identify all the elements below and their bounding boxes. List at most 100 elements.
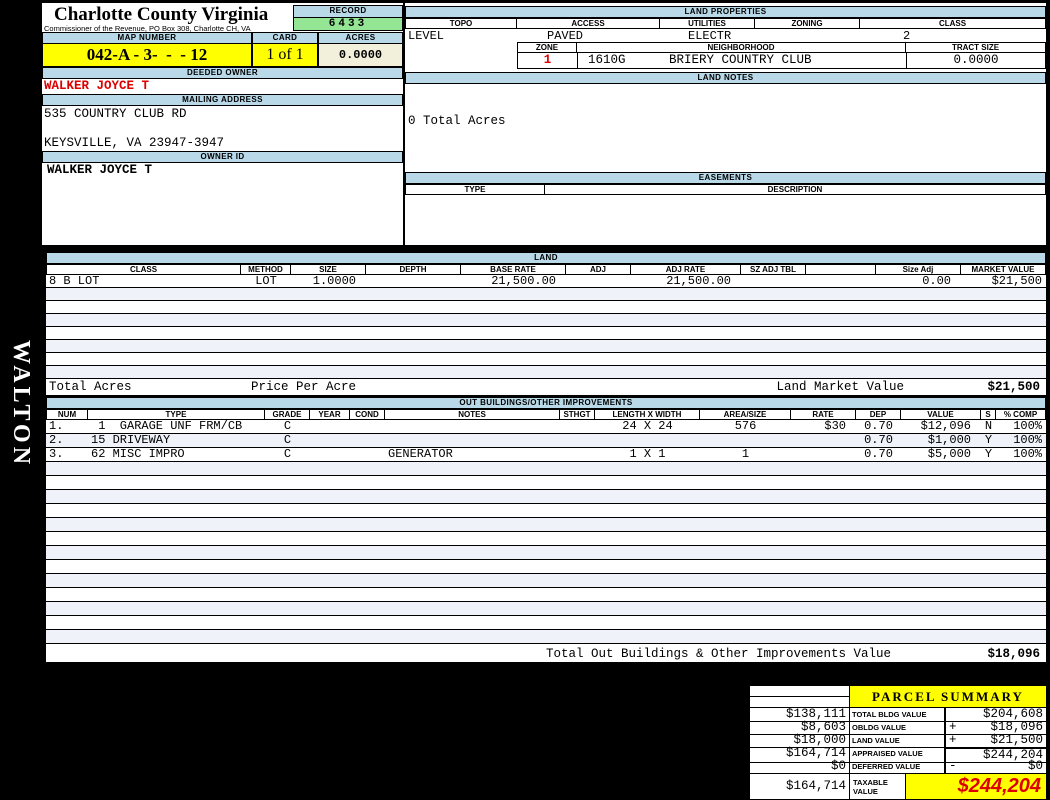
table-row: 8 B LOT LOT 1.0000 21,500.00 21,500.00 0.00 $2…	[46, 275, 1046, 288]
card-value: 1 of 1	[252, 44, 318, 67]
land-properties-section-label: LAND PROPERTIES	[405, 6, 1046, 18]
table-cell: 3.	[49, 448, 64, 461]
table-cell: 0.70	[864, 448, 893, 461]
land-section-label: LAND	[46, 252, 1046, 264]
empty-row	[46, 630, 1046, 644]
access-column-header: ACCESS	[517, 18, 660, 29]
table-cell: 21,500.00	[491, 275, 556, 287]
empty-row	[46, 288, 1046, 301]
neighborhood-column-header: NEIGHBORHOOD	[577, 42, 906, 53]
empty-row	[46, 476, 1046, 490]
out-buildings-table-rows: 1. 1 GARAGE UNF FRM/CB C 24 X 24 576 $30 0.70…	[46, 420, 1046, 644]
column-header: DEPTH	[366, 264, 461, 275]
map-number-value: 042-A - 3- - - 12	[42, 44, 252, 67]
out-buildings-section-label: OUT BUILDINGS/OTHER IMPROVEMENTS	[46, 397, 1046, 409]
property-record-card: WALTON Charlotte County Virginia Commiss…	[0, 0, 1050, 800]
land-value-label: LAND VALUE	[850, 734, 946, 748]
out-buildings-column-headers: NUM TYPE GRADE YEAR COND NOTES STHGT LENGTH X W…	[46, 409, 1046, 420]
out-buildings-total-label: Total Out Buildings & Other Improvements…	[545, 647, 891, 661]
land-properties-values: LEVEL PAVED ELECTR 2	[405, 29, 1046, 43]
table-row: 1. 1 GARAGE UNF FRM/CB C 24 X 24 576 $30 0.70…	[46, 420, 1046, 434]
out-buildings-section: OUT BUILDINGS/OTHER IMPROVEMENTS NUM TYPE…	[46, 397, 1046, 664]
card-label: CARD	[252, 32, 318, 44]
table-cell	[791, 448, 856, 461]
easements-column-headers: TYPE DESCRIPTION	[405, 184, 1046, 195]
easement-type-column-header: TYPE	[405, 184, 545, 195]
table-cell	[700, 434, 791, 447]
table-cell: 2.	[49, 434, 64, 447]
owner-id-value: WALKER JOYCE T	[47, 163, 153, 177]
table-row: 3. 62 MISC IMPRO C GENERATOR 1 X 1 1 0.70 $5,00…	[46, 448, 1046, 462]
summary-row-deferred: $0 DEFERRED VALUE - $0	[750, 759, 1046, 774]
empty-row	[46, 504, 1046, 518]
table-cell: 8 B LOT	[49, 275, 100, 287]
land-properties-column-headers: TOPO ACCESS UTILITIES ZONING CLASS	[405, 18, 1046, 29]
land-table-rows: 8 B LOT LOT 1.0000 21,500.00 21,500.00 0.00 $2…	[46, 275, 1046, 379]
acres-value: 0.0000	[318, 44, 403, 67]
empty-row	[46, 616, 1046, 630]
mailing-address-label: MAILING ADDRESS	[42, 94, 403, 106]
table-cell: 100%	[1013, 448, 1042, 461]
table-cell	[310, 420, 350, 433]
record-box: RECORD 6433	[293, 5, 403, 31]
table-cell	[385, 420, 560, 433]
out-buildings-total-value: $18,096	[987, 647, 1040, 661]
table-cell: 576	[734, 420, 757, 433]
operator: -	[949, 759, 957, 773]
empty-row	[46, 462, 1046, 476]
table-row: 2. 15 DRIVEWAY C 0.70 $1,000 Y 100%	[46, 434, 1046, 448]
empty-row	[46, 301, 1046, 314]
table-cell: 100%	[1013, 420, 1042, 433]
column-header: % COMP	[996, 409, 1046, 420]
empty-row	[46, 602, 1046, 616]
table-cell	[310, 448, 350, 461]
column-header: NUM	[46, 409, 88, 420]
county-title: Charlotte County Virginia	[54, 4, 269, 25]
owner-id-label: OWNER ID	[42, 151, 403, 163]
table-cell	[366, 275, 461, 287]
column-header: COND	[350, 409, 385, 420]
deferred-value: $0	[1027, 759, 1043, 773]
column-header: VALUE	[901, 409, 981, 420]
summary-row-appraised: $164,714 APPRAISED VALUE $244,204	[750, 747, 1046, 763]
class-value: 2	[903, 29, 911, 43]
deferred-value-label: DEFERRED VALUE	[850, 760, 946, 774]
parcel-summary: PARCEL SUMMARY $138,111 TOTAL BLDG VALUE…	[748, 684, 1048, 800]
empty-row	[46, 366, 1046, 379]
topo-column-header: TOPO	[405, 18, 517, 29]
map-card-acres-headers: MAP NUMBER CARD ACRES	[42, 32, 403, 44]
prior-value-header-cells	[750, 686, 850, 708]
table-cell: Y	[984, 434, 993, 447]
table-cell	[595, 434, 700, 447]
total-acres-label: Total Acres	[49, 380, 132, 394]
column-header: SZ ADJ TBL	[741, 264, 806, 275]
table-cell: $5,000	[927, 448, 971, 461]
taxable-value-label: TAXABLE VALUE	[850, 774, 906, 799]
total-bldg-value-label: TOTAL BLDG VALUE	[850, 708, 946, 722]
table-cell: $12,096	[920, 420, 971, 433]
table-cell: 21,500.00	[666, 275, 731, 287]
land-notes-section-label: LAND NOTES	[405, 72, 1046, 84]
land-column-headers: CLASS METHOD SIZE DEPTH BASE RATE ADJ ADJ RATE…	[46, 264, 1046, 275]
land-value: $21,500	[990, 733, 1043, 747]
address-line-1: 535 COUNTRY CLUB RD	[44, 107, 187, 121]
land-total-row: Total Acres Price Per Acre Land Market V…	[46, 379, 1046, 397]
empty-row	[46, 546, 1046, 560]
table-cell: $21,500	[991, 275, 1042, 287]
easement-description-column-header: DESCRIPTION	[545, 184, 1046, 195]
table-cell: N	[984, 420, 993, 433]
table-cell	[741, 275, 806, 287]
table-cell: $30	[824, 420, 846, 433]
table-cell: C	[283, 434, 292, 447]
table-cell: 1 X 1	[629, 448, 666, 461]
empty-row	[46, 560, 1046, 574]
record-value: 6433	[293, 18, 403, 31]
deeded-owner-value: WALKER JOYCE T	[44, 79, 150, 93]
table-cell: 15 DRIVEWAY	[91, 434, 171, 447]
table-cell	[560, 448, 595, 461]
price-per-acre-label: Price Per Acre	[251, 380, 357, 394]
land-notes-text: 0 Total Acres	[408, 114, 506, 128]
column-header: S	[981, 409, 996, 420]
address-line-2: KEYSVILLE, VA 23947-3947	[44, 136, 225, 150]
empty-row	[46, 588, 1046, 602]
